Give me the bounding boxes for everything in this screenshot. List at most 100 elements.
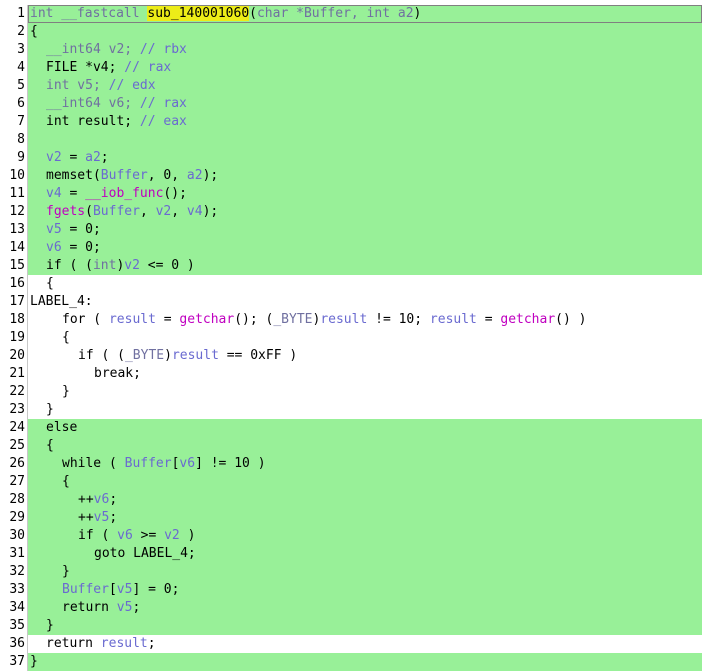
code-line[interactable]: 29 ++v5; (0, 509, 702, 527)
code-line[interactable]: 10 memset(Buffer, 0, a2); (0, 167, 702, 185)
code-line[interactable]: 35} (0, 617, 702, 635)
code-line[interactable]: 12 fgets(Buffer, v2, v4); (0, 203, 702, 221)
variable-name[interactable]: Buffer (93, 204, 140, 219)
variable-name[interactable]: v2 (46, 150, 62, 165)
code-line[interactable]: 9 v2 = a2; (0, 149, 702, 167)
code-line[interactable]: 23} (0, 401, 702, 419)
code-token: } (62, 384, 70, 399)
code-line[interactable]: 33 Buffer[v5] = 0; (0, 581, 702, 599)
variable-name[interactable]: v6 (117, 528, 133, 543)
code-text: v5 = 0; (28, 221, 702, 239)
variable-name[interactable]: v5 (117, 582, 133, 597)
register-comment[interactable]: // edx (109, 78, 156, 93)
variable-name[interactable]: v2 (164, 528, 180, 543)
code-line[interactable]: 4 FILE *v4; // rax (0, 59, 702, 77)
code-token: { (46, 438, 54, 453)
variable-name[interactable]: v6 (179, 456, 195, 471)
code-line[interactable]: 13 v5 = 0; (0, 221, 702, 239)
variable-name[interactable]: v5 (117, 600, 133, 615)
code-line[interactable]: 21 break; (0, 365, 702, 383)
code-line[interactable]: 34 return v5; (0, 599, 702, 617)
code-token: = (61, 150, 86, 165)
code-token: } (62, 564, 70, 579)
code-text: { (28, 473, 702, 491)
code-line[interactable]: 24 else (0, 419, 702, 437)
code-line[interactable]: 31 goto LABEL_4; (0, 545, 702, 563)
code-token: [ (108, 582, 117, 597)
variable-name[interactable]: result (172, 348, 219, 363)
code-line[interactable]: 18 for ( result = getchar(); (_BYTE)resul… (0, 311, 702, 329)
code-line[interactable]: 8 (0, 131, 702, 149)
highlighted-function-name[interactable]: sub_140001060 (147, 6, 250, 21)
register-comment[interactable]: // eax (140, 114, 187, 129)
function-name[interactable]: fgets (46, 204, 85, 219)
code-line[interactable]: 11 v4 = __iob_func(); (0, 185, 702, 203)
variable-name[interactable]: v5 (46, 222, 62, 237)
code-line[interactable]: 22} (0, 383, 702, 401)
code-line[interactable]: 30 if ( v6 >= v2 ) (0, 527, 702, 545)
variable-name[interactable]: v6 (94, 492, 110, 507)
variable-name[interactable]: v5 (94, 510, 110, 525)
variable-name[interactable]: v4 (187, 204, 203, 219)
variable-name[interactable]: Buffer (101, 168, 148, 183)
code-line[interactable]: 27 { (0, 473, 702, 491)
variable-name[interactable]: result (109, 312, 156, 327)
code-text: for ( result = getchar(); (_BYTE)result … (28, 311, 702, 329)
line-number: 22 (0, 383, 25, 401)
code-token: ); (202, 204, 219, 219)
code-line[interactable]: 19 { (0, 329, 702, 347)
code-line[interactable]: 26 while ( Buffer[v6] != 10 ) (0, 455, 702, 473)
variable-name[interactable]: v4 (46, 186, 62, 201)
code-token[interactable]: __int64 v6; (46, 96, 140, 111)
variable-name[interactable]: v2 (124, 258, 140, 273)
code-token: break; (94, 366, 141, 381)
code-token[interactable]: __int64 v2; (46, 42, 140, 57)
register-comment[interactable]: // rax (124, 60, 171, 75)
code-token: (); ( (234, 312, 274, 327)
line-number: 11 (0, 185, 25, 203)
variable-name[interactable]: a2 (85, 150, 101, 165)
code-line[interactable]: 28 ++v6; (0, 491, 702, 509)
code-line[interactable]: 16 { (0, 275, 702, 293)
function-name[interactable]: __iob_func (85, 186, 163, 201)
code-line[interactable]: 7 int result; // eax (0, 113, 702, 131)
variable-name[interactable]: Buffer (62, 582, 109, 597)
variable-name[interactable]: result (101, 636, 148, 651)
code-line[interactable]: 14 v6 = 0; (0, 239, 702, 257)
code-token: >= (132, 528, 165, 543)
variable-name[interactable]: v6 (46, 240, 62, 255)
code-token[interactable]: _BYTE (125, 348, 164, 363)
variable-name[interactable]: result (320, 312, 367, 327)
variable-name[interactable]: v2 (156, 204, 172, 219)
function-name[interactable]: getchar (179, 312, 234, 327)
code-line[interactable]: 37} (0, 653, 702, 671)
code-text: v2 = a2; (28, 149, 702, 167)
code-line[interactable]: 25 { (0, 437, 702, 455)
register-comment[interactable]: // rax (140, 96, 187, 111)
code-token[interactable]: _BYTE (273, 312, 312, 327)
code-line[interactable]: 15 if ( (int)v2 <= 0 ) (0, 257, 702, 275)
code-line[interactable]: 32} (0, 563, 702, 581)
code-line[interactable]: 36 return result; (0, 635, 702, 653)
variable-name[interactable]: a2 (187, 168, 203, 183)
code-token: == 0xFF ) (218, 348, 298, 363)
variable-name[interactable]: result (430, 312, 477, 327)
function-name[interactable]: getchar (500, 312, 555, 327)
code-token: if ( ( (78, 348, 125, 363)
code-line[interactable]: 5 int v5; // edx (0, 77, 702, 95)
code-token[interactable]: int (93, 258, 116, 273)
code-line[interactable]: 3 __int64 v2; // rbx (0, 41, 702, 59)
code-line[interactable]: 20 if ( (_BYTE)result == 0xFF ) (0, 347, 702, 365)
variable-name[interactable]: Buffer (125, 456, 172, 471)
code-line[interactable]: 1 int __fastcall sub_140001060(char *Buff… (0, 5, 702, 23)
code-line[interactable]: 17 LABEL_4: (0, 293, 702, 311)
code-token[interactable]: char *Buffer, int a2 (257, 6, 414, 21)
pseudocode-view[interactable]: 1 int __fastcall sub_140001060(char *Buff… (0, 0, 702, 671)
code-line[interactable]: 6 __int64 v6; // rax (0, 95, 702, 113)
code-token: int result; (46, 114, 140, 129)
code-token[interactable]: int v5; (46, 78, 109, 93)
code-line[interactable]: 2{ (0, 23, 702, 41)
code-token[interactable]: int __fastcall (30, 6, 147, 21)
line-number: 15 (0, 257, 25, 275)
register-comment[interactable]: // rbx (140, 42, 187, 57)
